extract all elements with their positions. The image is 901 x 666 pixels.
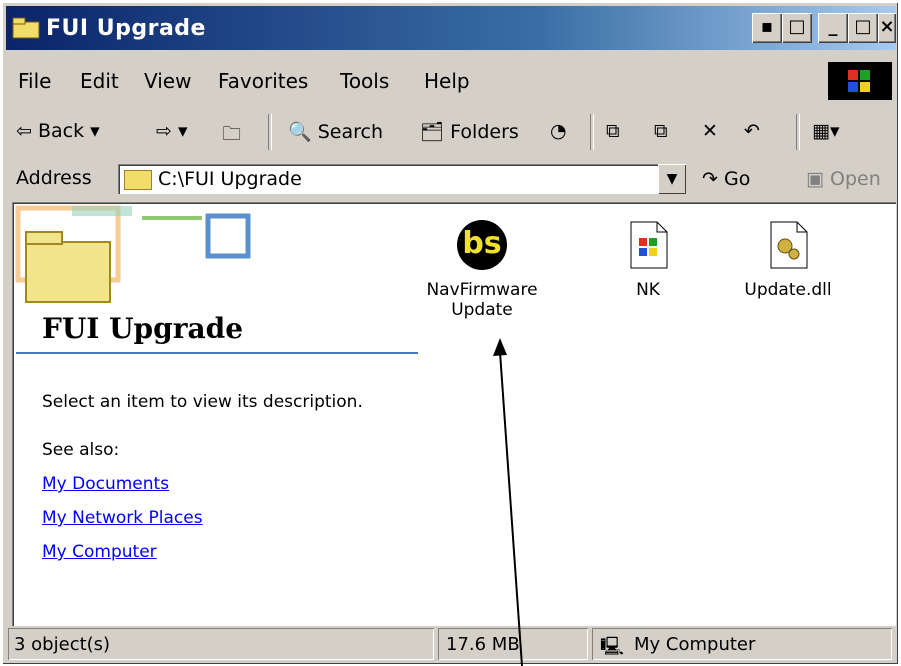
annotation-arrow bbox=[493, 338, 523, 666]
